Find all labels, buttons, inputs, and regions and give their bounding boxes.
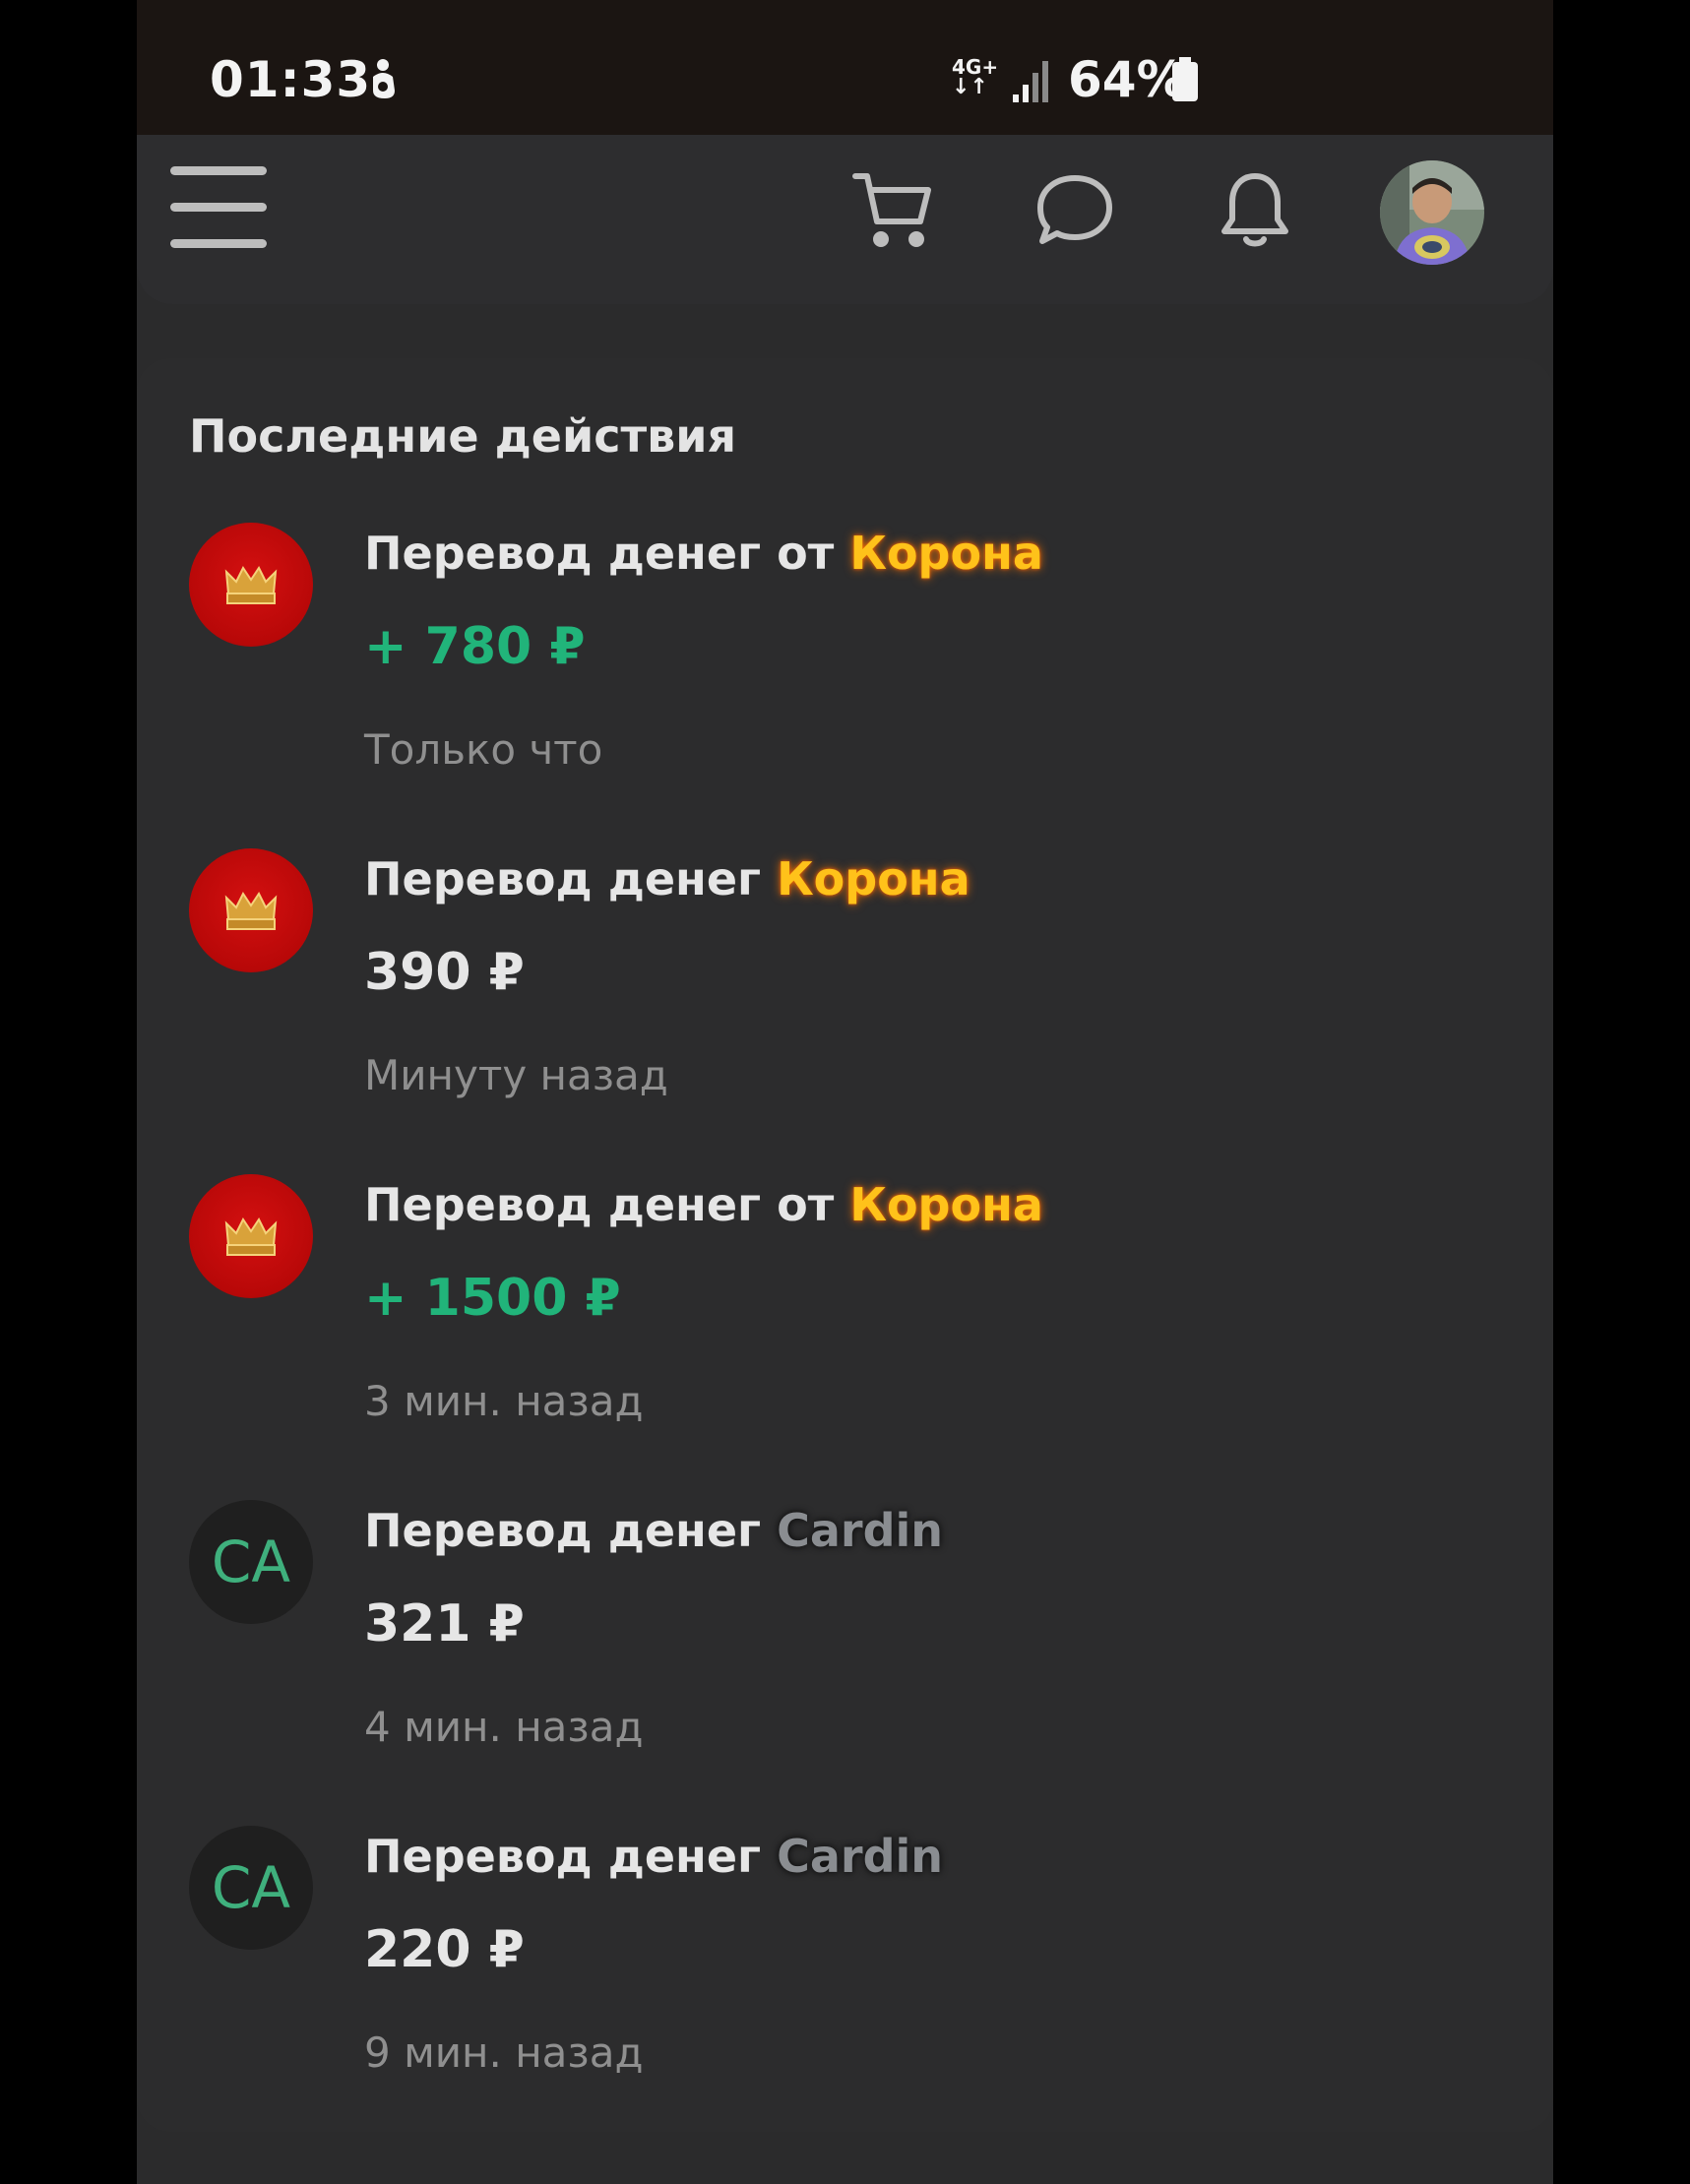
chat-icon[interactable] [1031, 166, 1119, 255]
transfer-prefix: Перевод денег от [364, 527, 835, 580]
cart-icon[interactable] [849, 166, 938, 255]
crown-avatar [189, 848, 313, 972]
initials-avatar: CA [189, 1826, 313, 1950]
transfer-prefix: Перевод денег [364, 852, 762, 905]
recent-activity-panel: Последние действия Перевод денег от Коро… [137, 358, 1553, 2132]
transfer-title: Перевод денег Cardin [364, 1830, 943, 1883]
sender-name: Корона [849, 527, 1043, 580]
transfer-prefix: Перевод денег [364, 1504, 762, 1557]
transfer-title: Перевод денег Cardin [364, 1504, 943, 1557]
phone-screen: 01:33 4G+ ↓↑ 64% Последние действия Пере… [137, 0, 1553, 2184]
transfer-amount: 220 ₽ [364, 1920, 525, 1979]
status-time: 01:33 [210, 51, 372, 108]
bell-icon[interactable] [1211, 166, 1299, 255]
transfer-time: Минуту назад [364, 1051, 668, 1099]
crown-avatar [189, 1174, 313, 1298]
sender-name: Корона [849, 1178, 1043, 1231]
crown-avatar [189, 523, 313, 647]
notification-icon [365, 57, 405, 104]
transfer-title: Перевод денег от Корона [364, 1178, 1043, 1231]
sender-name: Cardin [777, 1504, 944, 1557]
sender-name: Корона [777, 852, 970, 905]
crown-icon [224, 1217, 278, 1256]
transfer-time: 3 мин. назад [364, 1377, 644, 1425]
transfer-time: Только что [364, 725, 603, 774]
transfer-amount: 321 ₽ [364, 1594, 525, 1654]
activity-item[interactable]: CA Перевод денег Cardin 321 ₽ 4 мин. наз… [137, 1500, 1553, 1795]
battery-level: 64% [1068, 51, 1186, 108]
data-arrows-icon: ↓↑ [952, 75, 988, 99]
status-bar: 01:33 4G+ ↓↑ 64% [137, 0, 1553, 135]
transfer-amount: + 1500 ₽ [364, 1269, 621, 1328]
activity-item[interactable]: Перевод денег от Корона + 1500 ₽ 3 мин. … [137, 1174, 1553, 1469]
transfer-amount: + 780 ₽ [364, 617, 586, 676]
transfer-title: Перевод денег Корона [364, 852, 970, 905]
user-avatar[interactable] [1380, 160, 1484, 265]
transfer-time: 9 мин. назад [364, 2028, 644, 2077]
battery-icon [1170, 57, 1200, 106]
crown-icon [224, 566, 278, 604]
activity-item[interactable]: Перевод денег Корона 390 ₽ Минуту назад [137, 848, 1553, 1144]
activity-item[interactable]: CA Перевод денег Cardin 220 ₽ 9 мин. наз… [137, 1826, 1553, 2121]
activity-item[interactable]: Перевод денег от Корона + 780 ₽ Только ч… [137, 523, 1553, 818]
transfer-prefix: Перевод денег [364, 1830, 762, 1883]
crown-icon [224, 892, 278, 930]
signal-icon [1011, 59, 1054, 108]
transfer-time: 4 мин. назад [364, 1703, 644, 1751]
sender-name: Cardin [777, 1830, 944, 1883]
network-type: 4G+ ↓↑ [952, 57, 998, 99]
panel-title: Последние действия [189, 409, 737, 463]
transfer-prefix: Перевод денег от [364, 1178, 835, 1231]
transfer-amount: 390 ₽ [364, 943, 525, 1002]
menu-icon[interactable] [170, 166, 267, 249]
transfer-title: Перевод денег от Корона [364, 527, 1043, 580]
initials-avatar: CA [189, 1500, 313, 1624]
app-header [137, 135, 1553, 304]
